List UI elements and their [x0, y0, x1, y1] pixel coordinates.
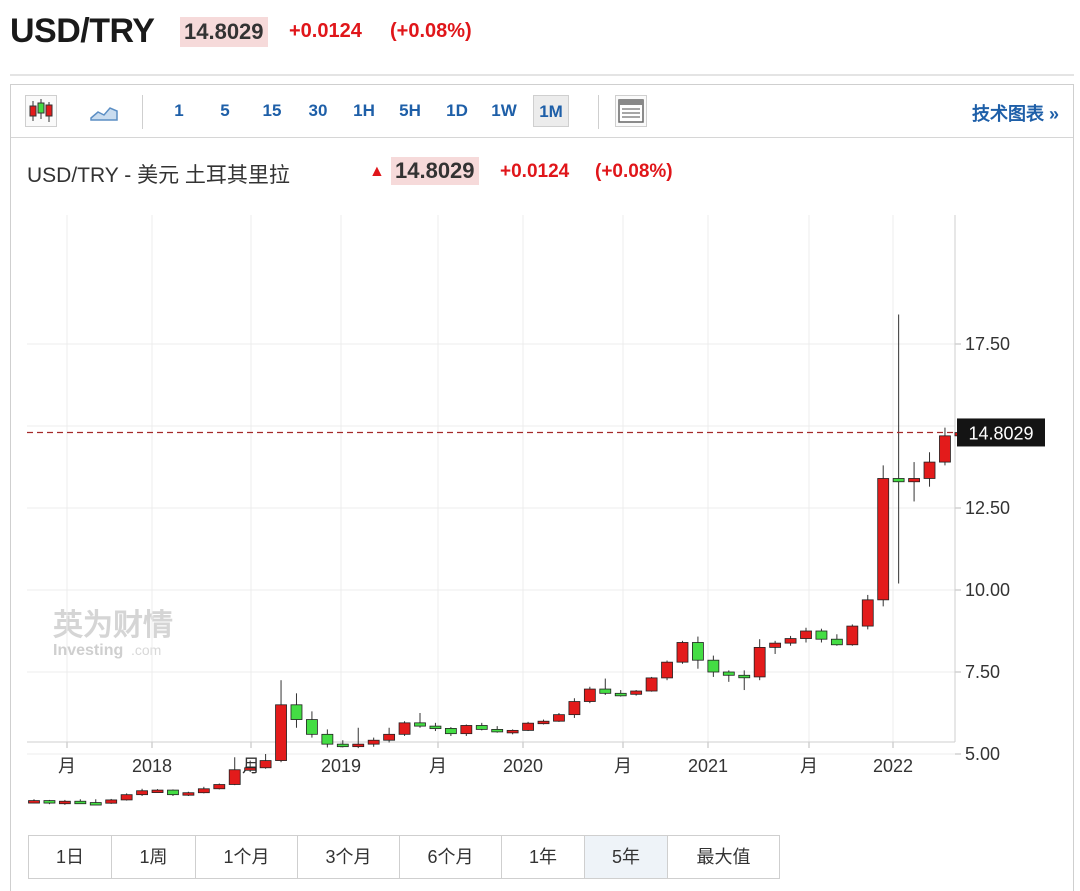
- x-tick-label: 2019: [321, 756, 361, 776]
- candle[interactable]: [398, 722, 411, 735]
- candle[interactable]: [444, 728, 457, 735]
- candle[interactable]: [167, 789, 179, 796]
- range-1-month[interactable]: 1个月: [196, 836, 298, 878]
- candle[interactable]: [58, 800, 71, 805]
- candle[interactable]: [28, 800, 40, 804]
- last-price-label: 14.8029: [968, 423, 1033, 443]
- candle[interactable]: [738, 674, 751, 679]
- x-tick-label: 2020: [503, 756, 543, 776]
- candle[interactable]: [784, 638, 797, 644]
- candle[interactable]: [815, 630, 828, 640]
- candle[interactable]: [259, 760, 272, 769]
- candle[interactable]: [244, 767, 257, 771]
- candle[interactable]: [676, 642, 689, 663]
- range-3-months[interactable]: 3个月: [298, 836, 400, 878]
- candle[interactable]: [275, 704, 287, 761]
- y-tick-label: 7.50: [965, 662, 1000, 682]
- candle[interactable]: [692, 642, 704, 661]
- y-tick-label: 5.00: [965, 744, 1000, 764]
- candle[interactable]: [769, 642, 782, 648]
- header-divider: [10, 74, 1074, 76]
- candle[interactable]: [537, 720, 550, 725]
- candle[interactable]: [43, 800, 56, 804]
- candle[interactable]: [321, 733, 334, 745]
- candle[interactable]: [707, 659, 720, 673]
- candle[interactable]: [645, 677, 658, 692]
- candle[interactable]: [923, 461, 936, 479]
- candle[interactable]: [213, 784, 226, 790]
- candle[interactable]: [722, 671, 735, 676]
- price-change: +0.0124: [289, 20, 362, 42]
- candle[interactable]: [352, 743, 365, 748]
- candle[interactable]: [892, 478, 905, 483]
- candle[interactable]: [630, 690, 643, 695]
- candle[interactable]: [491, 729, 504, 733]
- x-tick-label: 月: [614, 756, 632, 776]
- x-tick-label: 2022: [873, 756, 913, 776]
- candlestick-chart[interactable]: 英为财情Investing .com 5.00 7.50 10.00 12.50 17.50…: [11, 85, 1073, 825]
- x-tick-label: 月: [800, 756, 818, 776]
- candle[interactable]: [861, 599, 874, 627]
- x-tick-label: 2021: [688, 756, 728, 776]
- candle[interactable]: [367, 739, 380, 745]
- candle[interactable]: [228, 769, 241, 785]
- candle[interactable]: [522, 722, 534, 731]
- candle[interactable]: [553, 714, 565, 722]
- x-tick-label: 月: [242, 756, 260, 776]
- last-price: 14.8029: [180, 17, 268, 47]
- candle[interactable]: [460, 725, 473, 735]
- candle[interactable]: [290, 704, 303, 720]
- candle[interactable]: [151, 789, 164, 793]
- watermark-domain: .com: [131, 642, 161, 658]
- price-change-percent: (+0.08%): [390, 20, 472, 42]
- candle[interactable]: [800, 630, 812, 639]
- candle[interactable]: [383, 733, 396, 741]
- range-5-years[interactable]: 5年: [585, 836, 668, 878]
- candle[interactable]: [89, 802, 102, 806]
- candle[interactable]: [939, 435, 951, 463]
- range-max[interactable]: 最大值: [668, 836, 779, 878]
- candle[interactable]: [830, 638, 843, 646]
- candle[interactable]: [120, 794, 133, 801]
- candle[interactable]: [475, 725, 488, 730]
- candle[interactable]: [599, 688, 612, 694]
- candle[interactable]: [414, 722, 426, 727]
- y-tick-label: 12.50: [965, 498, 1010, 518]
- candle[interactable]: [846, 625, 859, 646]
- candle[interactable]: [74, 800, 87, 805]
- watermark-text: Investing: [53, 642, 123, 659]
- candle[interactable]: [336, 743, 349, 748]
- candle[interactable]: [661, 661, 673, 679]
- y-tick-label: 10.00: [965, 580, 1010, 600]
- quote-header: USD/TRY 14.8029 +0.0124 (+0.08%): [0, 0, 1080, 66]
- y-tick-label: 17.50: [965, 334, 1010, 354]
- range-6-months[interactable]: 6个月: [400, 836, 502, 878]
- x-tick-label: 月: [58, 756, 76, 776]
- candle[interactable]: [197, 788, 210, 794]
- candle[interactable]: [182, 792, 195, 796]
- range-1-week[interactable]: 1周: [112, 836, 196, 878]
- candle[interactable]: [908, 478, 920, 483]
- candle[interactable]: [105, 799, 118, 804]
- x-tick-label: 月: [429, 756, 447, 776]
- range-selector: 1日 1周 1个月 3个月 6个月 1年 5年 最大值: [28, 835, 780, 879]
- candle[interactable]: [614, 692, 627, 697]
- candle[interactable]: [877, 478, 890, 601]
- candle[interactable]: [583, 688, 596, 702]
- x-tick-label: 2018: [132, 756, 172, 776]
- chart-widget: 1 5 15 30 1H 5H 1D 1W 1M 技术图表 » USD/TRY …: [10, 84, 1074, 891]
- symbol-title: USD/TRY: [10, 12, 155, 50]
- candle[interactable]: [429, 725, 442, 730]
- range-1-year[interactable]: 1年: [502, 836, 585, 878]
- range-1-day[interactable]: 1日: [29, 836, 112, 878]
- candle[interactable]: [506, 729, 519, 734]
- candle[interactable]: [306, 719, 318, 735]
- candle[interactable]: [136, 790, 148, 796]
- candle[interactable]: [568, 701, 581, 716]
- candle[interactable]: [753, 647, 766, 678]
- watermark-logo: 英为财情: [53, 608, 173, 643]
